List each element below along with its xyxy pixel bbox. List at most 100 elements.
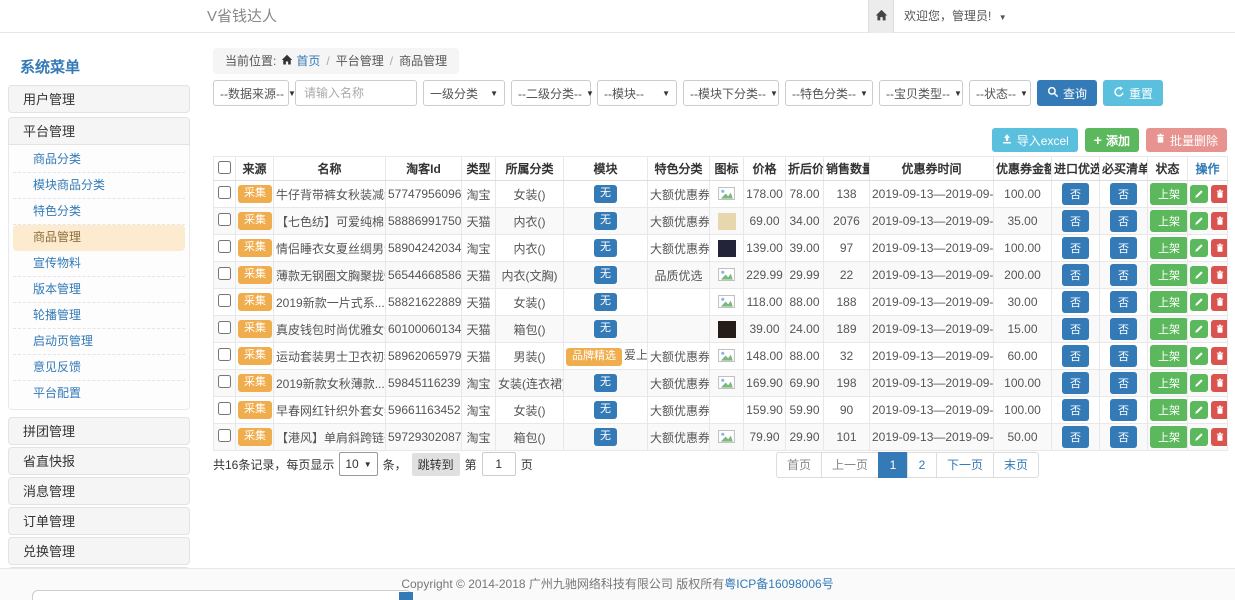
must-buy-toggle-button[interactable]: 否 bbox=[1110, 345, 1137, 367]
edit-button[interactable] bbox=[1190, 212, 1208, 230]
pager-next[interactable]: 下一页 bbox=[936, 452, 994, 478]
status-button[interactable]: 上架 bbox=[1150, 291, 1188, 313]
import-select-toggle-button[interactable]: 否 bbox=[1062, 372, 1089, 394]
pager-last[interactable]: 末页 bbox=[993, 452, 1039, 478]
sidebar-item-promo-materials[interactable]: 宣传物料 bbox=[13, 251, 185, 277]
delete-button[interactable] bbox=[1211, 428, 1228, 446]
home-shortcut-button[interactable] bbox=[868, 0, 894, 33]
import-select-toggle-button[interactable]: 否 bbox=[1062, 237, 1089, 259]
filter-module-select[interactable]: --模块--▼ bbox=[597, 80, 677, 106]
status-button[interactable]: 上架 bbox=[1150, 237, 1188, 259]
filter-module-sub-category-select[interactable]: --模块下分类--▼ bbox=[683, 80, 779, 106]
must-buy-toggle-button[interactable]: 否 bbox=[1110, 426, 1137, 448]
sidebar-panel-order-management[interactable]: 订单管理 bbox=[8, 507, 190, 535]
row-checkbox[interactable] bbox=[218, 213, 231, 226]
filter-level1-category-select[interactable]: 一级分类▼ bbox=[423, 80, 505, 106]
edit-button[interactable] bbox=[1190, 320, 1208, 338]
pager-first[interactable]: 首页 bbox=[776, 452, 822, 478]
import-select-toggle-button[interactable]: 否 bbox=[1062, 264, 1089, 286]
import-select-toggle-button[interactable]: 否 bbox=[1062, 210, 1089, 232]
must-buy-toggle-button[interactable]: 否 bbox=[1110, 237, 1137, 259]
delete-button[interactable] bbox=[1211, 374, 1228, 392]
add-button[interactable]: +添加 bbox=[1085, 128, 1139, 152]
sidebar-item-version-management[interactable]: 版本管理 bbox=[13, 277, 185, 303]
row-checkbox[interactable] bbox=[218, 429, 231, 442]
import-select-toggle-button[interactable]: 否 bbox=[1062, 291, 1089, 313]
filter-level2-category-select[interactable]: --二级分类--▼ bbox=[511, 80, 591, 106]
status-button[interactable]: 上架 bbox=[1150, 399, 1188, 421]
must-buy-toggle-button[interactable]: 否 bbox=[1110, 291, 1137, 313]
sidebar-item-platform-config[interactable]: 平台配置 bbox=[13, 381, 185, 407]
delete-button[interactable] bbox=[1211, 185, 1228, 203]
edit-button[interactable] bbox=[1190, 374, 1208, 392]
sidebar-item-splash-page-management[interactable]: 启动页管理 bbox=[13, 329, 185, 355]
delete-button[interactable] bbox=[1211, 347, 1228, 365]
delete-button[interactable] bbox=[1211, 401, 1228, 419]
jump-to-chip[interactable]: 跳转到 bbox=[412, 453, 460, 476]
must-buy-toggle-button[interactable]: 否 bbox=[1110, 264, 1137, 286]
delete-button[interactable] bbox=[1211, 266, 1228, 284]
delete-button[interactable] bbox=[1211, 320, 1228, 338]
must-buy-toggle-button[interactable]: 否 bbox=[1110, 183, 1137, 205]
edit-button[interactable] bbox=[1190, 401, 1208, 419]
sidebar-item-feature-category[interactable]: 特色分类 bbox=[13, 199, 185, 225]
sidebar-panel-user-management[interactable]: 用户管理 bbox=[8, 85, 190, 113]
row-checkbox[interactable] bbox=[218, 321, 231, 334]
delete-button[interactable] bbox=[1211, 239, 1228, 257]
delete-button[interactable] bbox=[1211, 293, 1228, 311]
edit-button[interactable] bbox=[1190, 428, 1208, 446]
filter-item-type-select[interactable]: --宝贝类型--▼ bbox=[879, 80, 963, 106]
row-checkbox[interactable] bbox=[218, 186, 231, 199]
sidebar-panel-exchange-management[interactable]: 兑换管理 bbox=[8, 537, 190, 565]
search-button[interactable]: 查询 bbox=[1037, 80, 1097, 106]
user-menu[interactable]: 欢迎您，管理员! ▼ bbox=[904, 0, 1007, 34]
batch-delete-button[interactable]: 批量删除 bbox=[1146, 128, 1227, 152]
row-checkbox[interactable] bbox=[218, 402, 231, 415]
must-buy-toggle-button[interactable]: 否 bbox=[1110, 210, 1137, 232]
row-checkbox[interactable] bbox=[218, 348, 231, 361]
row-checkbox[interactable] bbox=[218, 240, 231, 253]
row-checkbox[interactable] bbox=[218, 375, 231, 388]
sidebar-panel-group-buy-management[interactable]: 拼团管理 bbox=[8, 417, 190, 445]
sidebar-panel-message-management[interactable]: 消息管理 bbox=[8, 477, 190, 505]
page-number-input[interactable] bbox=[482, 452, 516, 476]
sidebar-item-module-product-category[interactable]: 模块商品分类 bbox=[13, 173, 185, 199]
row-checkbox[interactable] bbox=[218, 294, 231, 307]
status-button[interactable]: 上架 bbox=[1150, 372, 1188, 394]
delete-button[interactable] bbox=[1211, 212, 1228, 230]
status-button[interactable]: 上架 bbox=[1150, 183, 1188, 205]
pager-prev[interactable]: 上一页 bbox=[821, 452, 879, 478]
import-select-toggle-button[interactable]: 否 bbox=[1062, 318, 1089, 340]
must-buy-toggle-button[interactable]: 否 bbox=[1110, 372, 1137, 394]
import-excel-button[interactable]: 导入excel bbox=[992, 128, 1078, 152]
sidebar-panel-express-news[interactable]: 省直快报 bbox=[8, 447, 190, 475]
status-button[interactable]: 上架 bbox=[1150, 426, 1188, 448]
per-page-select[interactable]: 10▼ bbox=[339, 452, 377, 476]
select-all-checkbox[interactable] bbox=[218, 161, 231, 174]
pager-page-1[interactable]: 1 bbox=[878, 452, 908, 478]
sidebar-item-product-management[interactable]: 商品管理 bbox=[13, 225, 185, 251]
edit-button[interactable] bbox=[1190, 347, 1208, 365]
status-button[interactable]: 上架 bbox=[1150, 210, 1188, 232]
import-select-toggle-button[interactable]: 否 bbox=[1062, 426, 1089, 448]
filter-data-source-select[interactable]: --数据来源--▼ bbox=[213, 80, 289, 106]
edit-button[interactable] bbox=[1190, 239, 1208, 257]
row-checkbox[interactable] bbox=[218, 267, 231, 280]
sidebar-item-product-category[interactable]: 商品分类 bbox=[13, 147, 185, 173]
must-buy-toggle-button[interactable]: 否 bbox=[1110, 399, 1137, 421]
sidebar-panel-platform-management[interactable]: 平台管理 bbox=[8, 117, 190, 145]
status-button[interactable]: 上架 bbox=[1150, 345, 1188, 367]
must-buy-toggle-button[interactable]: 否 bbox=[1110, 318, 1137, 340]
pager-page-2[interactable]: 2 bbox=[907, 452, 937, 478]
icp-link[interactable]: 粤ICP备16098006号 bbox=[724, 577, 833, 591]
edit-button[interactable] bbox=[1190, 185, 1208, 203]
sidebar-item-feedback[interactable]: 意见反馈 bbox=[13, 355, 185, 381]
edit-button[interactable] bbox=[1190, 266, 1208, 284]
breadcrumb-home-link[interactable]: 首页 bbox=[296, 54, 320, 68]
edit-button[interactable] bbox=[1190, 293, 1208, 311]
status-button[interactable]: 上架 bbox=[1150, 318, 1188, 340]
import-select-toggle-button[interactable]: 否 bbox=[1062, 183, 1089, 205]
import-select-toggle-button[interactable]: 否 bbox=[1062, 399, 1089, 421]
reset-button[interactable]: 重置 bbox=[1103, 80, 1163, 106]
filter-feature-category-select[interactable]: --特色分类--▼ bbox=[785, 80, 873, 106]
